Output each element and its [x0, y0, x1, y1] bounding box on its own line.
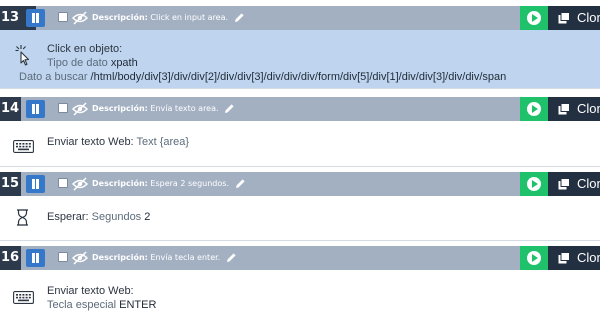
eye-slash-icon[interactable]: [71, 101, 89, 117]
special-key-key: Tecla especial: [47, 299, 117, 311]
step-header: 14 Descripción: Envía texto area. Clon: [0, 97, 600, 121]
step-header: 16 Descripción: Envía tecla enter. Clon: [0, 246, 600, 270]
clone-label: Clon: [577, 101, 600, 116]
action-sub: Segundos: [91, 211, 142, 223]
pause-button[interactable]: [26, 249, 45, 267]
description-key: Descripción:: [92, 13, 148, 22]
step-description: Descripción: Envía tecla enter.: [92, 246, 237, 270]
step-body[interactable]: Esperar: Segundos 2: [0, 196, 600, 241]
clone-button[interactable]: Clon: [548, 246, 600, 270]
clone-button[interactable]: Clon: [548, 172, 600, 196]
step-checkbox[interactable]: [58, 178, 68, 188]
step-number: 15: [0, 172, 21, 196]
step-header: 13 Descripción: Click en input area. Clo…: [0, 6, 600, 30]
pause-button[interactable]: [26, 100, 45, 118]
search-data-key: Dato a buscar: [19, 71, 88, 83]
step-body[interactable]: Enviar texto Web: Text {area}: [0, 121, 600, 167]
play-button[interactable]: [520, 97, 548, 121]
action-key: Esperar:: [47, 211, 89, 223]
clone-label: Clon: [577, 250, 600, 265]
clone-button[interactable]: Clon: [548, 6, 600, 30]
copy-icon: [558, 178, 570, 190]
step-checkbox[interactable]: [58, 103, 68, 113]
search-data-line: Dato a buscar /html/body/div[3]/div/div[…: [19, 71, 506, 83]
eye-slash-icon[interactable]: [71, 250, 89, 266]
action-line: Esperar: Segundos 2: [47, 211, 150, 223]
action-value: Text {area}: [136, 136, 190, 148]
clone-label: Clon: [577, 176, 600, 191]
copy-icon: [558, 252, 570, 264]
description-key: Descripción:: [92, 104, 148, 113]
pointer-click-icon: [15, 45, 30, 66]
step-number: 14: [0, 97, 21, 121]
description-value: Click en input area.: [150, 13, 229, 22]
copy-icon: [558, 12, 570, 24]
description-value: Envía texto area.: [150, 104, 219, 113]
pencil-icon[interactable]: [224, 103, 235, 114]
hourglass-icon: [17, 209, 28, 226]
clone-button[interactable]: Clon: [548, 97, 600, 121]
pencil-icon[interactable]: [226, 252, 237, 263]
action-line: Enviar texto Web: Text {area}: [47, 136, 189, 148]
step-number: 16: [0, 246, 21, 270]
data-type-line: Tipo de dato xpath: [47, 57, 138, 69]
action-key: Enviar texto Web:: [47, 136, 134, 148]
step-checkbox[interactable]: [58, 252, 68, 262]
pencil-icon[interactable]: [234, 12, 245, 23]
keyboard-icon: [13, 140, 34, 153]
special-key-line: Tecla especial ENTER: [47, 299, 156, 311]
step-header: 15 Descripción: Espera 2 segundos. Clon: [0, 172, 600, 196]
step-description: Descripción: Click en input area.: [92, 6, 245, 30]
play-button[interactable]: [520, 172, 548, 196]
play-button[interactable]: [520, 6, 548, 30]
eye-slash-icon[interactable]: [71, 10, 89, 26]
description-value: Envía tecla enter.: [150, 253, 221, 262]
clone-label: Clon: [577, 10, 600, 25]
step-checkbox[interactable]: [58, 12, 68, 22]
copy-icon: [558, 103, 570, 115]
action-value: 2: [144, 211, 151, 223]
play-button[interactable]: [520, 246, 548, 270]
keyboard-icon: [13, 291, 34, 304]
data-type-value: xpath: [110, 57, 138, 69]
pencil-icon[interactable]: [235, 178, 246, 189]
description-key: Descripción:: [92, 179, 148, 188]
description-value: Espera 2 segundos.: [150, 179, 229, 188]
special-key-value: ENTER: [119, 299, 157, 311]
search-data-value: /html/body/div[3]/div/div[2]/div/div[3]/…: [90, 71, 507, 83]
step-body[interactable]: Click en objeto: Tipo de dato xpath Dato…: [0, 30, 600, 89]
data-type-key: Tipo de dato: [47, 57, 108, 69]
description-key: Descripción:: [92, 253, 148, 262]
pause-button[interactable]: [26, 175, 45, 193]
step-description: Descripción: Envía texto area.: [92, 97, 235, 121]
action-title: Enviar texto Web:: [47, 285, 134, 297]
eye-slash-icon[interactable]: [71, 176, 89, 192]
pause-button[interactable]: [26, 9, 45, 27]
step-body[interactable]: Enviar texto Web: Tecla especial ENTER: [0, 270, 600, 315]
step-description: Descripción: Espera 2 segundos.: [92, 172, 246, 196]
action-title: Click en objeto:: [47, 43, 123, 55]
